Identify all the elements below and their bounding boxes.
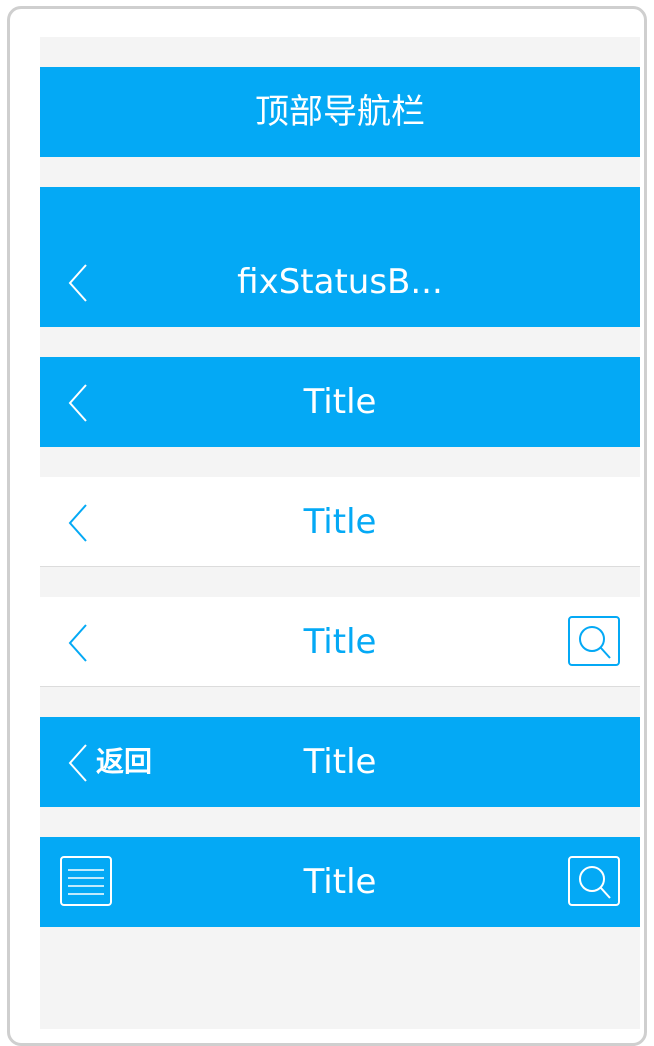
navbar-white-search: Title (40, 597, 640, 687)
navbar-title: fixStatusB... (237, 262, 443, 302)
navbar-menu-search: Title (40, 837, 640, 927)
search-icon[interactable] (568, 616, 620, 666)
navbar-title: Title (303, 502, 377, 542)
navbar-plain: 顶部导航栏 (40, 67, 640, 157)
navbar-title: Title (303, 382, 377, 422)
navbar-back: Title (40, 357, 640, 447)
navbar-title: 顶部导航栏 (255, 92, 425, 132)
navbar-title: Title (303, 622, 377, 662)
screen: 顶部导航栏 fixStatusB... Title Title Title 返回… (40, 37, 640, 1029)
navbar-title: Title (303, 862, 377, 902)
search-icon[interactable] (568, 856, 620, 906)
chevron-left-icon[interactable] (66, 263, 90, 303)
device-frame: 顶部导航栏 fixStatusB... Title Title Title 返回… (7, 6, 647, 1046)
navbar-title: Title (303, 742, 377, 782)
navbar-white-back: Title (40, 477, 640, 567)
navbar-fix-status-bar: fixStatusB... (40, 187, 640, 327)
navbar-back-label: 返回 Title (40, 717, 640, 807)
